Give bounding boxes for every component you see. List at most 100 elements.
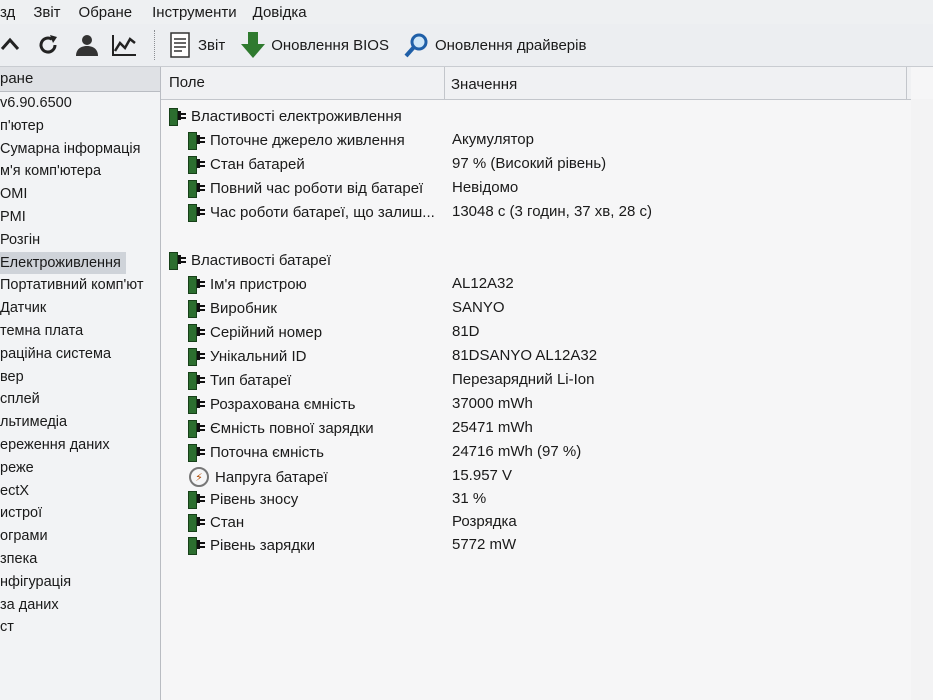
property-label: Унікальний ID [210,347,307,365]
battery-icon [187,513,207,532]
bios-update-button[interactable]: Оновлення BIOS [239,31,389,59]
menu-report[interactable]: Звіт [33,4,60,21]
property-row[interactable]: Тип батареї Перезарядний Li-Ion [161,369,921,392]
property-row[interactable]: Серійний номер 81D [161,321,921,344]
driver-update-button[interactable]: Оновлення драйверів [403,31,586,59]
menu-file[interactable]: зд [0,4,15,21]
sidebar-item[interactable]: Сумарна інформація [0,138,160,161]
chevron-up-icon[interactable] [0,31,24,59]
property-row[interactable]: Рівень зносу 31 % [161,488,921,511]
sidebar-item[interactable]: реже [0,457,160,480]
refresh-icon[interactable] [34,31,62,59]
battery-icon [187,536,207,555]
property-value: 81D [452,323,480,340]
property-value: 24716 mWh (97 %) [452,443,582,460]
sidebar-item[interactable]: Портативний комп'ют [0,274,160,297]
property-label: Стан батарей [210,155,305,173]
sidebar-item[interactable]: OMI [0,183,160,206]
property-label-cell: Час роботи батареї, що залиш... [187,203,435,222]
sidebar-item[interactable]: раційна система [0,343,160,366]
property-row[interactable]: Поточне джерело живлення Акумулятор [161,129,921,152]
property-row[interactable]: Стан батарей 97 % (Високий рівень) [161,153,921,176]
battery-icon [187,395,207,414]
column-value-header[interactable]: Значення [451,76,517,93]
column-field-header[interactable]: Поле [169,74,205,91]
property-label: Ім'я пристрою [210,275,307,293]
property-row[interactable]: Ім'я пристрою AL12A32 [161,273,921,296]
sidebar-item[interactable]: истрої [0,502,160,525]
property-value: 5772 mW [452,536,517,553]
sidebar-item[interactable]: м'я комп'ютера [0,160,160,183]
sidebar-item[interactable]: ограми [0,525,160,548]
sidebar-item[interactable]: Датчик [0,297,160,320]
battery-icon [187,347,207,366]
battery-icon [187,299,207,318]
group-row[interactable]: Властивості батареї [161,249,921,272]
sidebar-item[interactable]: v6.90.6500 [0,92,160,115]
battery-icon [187,419,207,438]
menu-favorites[interactable]: Обране [79,4,133,21]
sidebar-item[interactable]: PMI [0,206,160,229]
property-label: Розрахована ємність [210,395,356,413]
property-row[interactable]: ⚡ Напруга батареї 15.957 V [161,465,921,488]
property-label: Стан [210,513,245,531]
property-row[interactable]: Унікальний ID 81DSANYO AL12A32 [161,345,921,368]
user-icon[interactable] [72,31,100,59]
chart-icon[interactable] [110,31,138,59]
battery-icon [187,490,207,509]
sidebar-item[interactable]: Електроживлення [0,251,126,275]
property-value: 37000 mWh [452,395,533,412]
battery-icon [187,203,207,222]
property-row[interactable]: Виробник SANYO [161,297,921,320]
property-label-cell: Стан батарей [187,155,305,174]
sidebar-item[interactable]: ст [0,616,160,639]
property-label: Час роботи батареї, що залиш... [210,203,435,221]
sidebar-item[interactable]: льтимедіа [0,411,160,434]
report-button[interactable]: Звіт [166,31,225,59]
sidebar-item[interactable]: за даних [0,594,160,617]
property-row[interactable]: Стан Розрядка [161,511,921,534]
sidebar-item[interactable]: ереження даних [0,434,160,457]
property-row[interactable]: Розрахована ємність 37000 mWh [161,393,921,416]
property-value: Невідомо [452,179,519,196]
property-row[interactable]: Ємність повної зарядки 25471 mWh [161,417,921,440]
menu-tools[interactable]: Інструменти [152,4,237,21]
sidebar-item[interactable]: Розгін [0,229,160,252]
report-icon [166,31,194,59]
group-row[interactable]: Властивості електроживлення [161,105,921,128]
vertical-scrollbar[interactable] [911,99,933,700]
property-value: 31 % [452,490,487,507]
property-label-cell: Поточне джерело живлення [187,131,405,150]
property-label-cell: Поточна ємність [187,443,324,462]
magnifier-icon [403,31,431,59]
property-label: Властивості батареї [191,251,332,269]
property-value: 13048 с (3 годин, 37 хв, 28 с) [452,203,652,220]
property-row[interactable]: Рівень зарядки 5772 mW [161,534,921,557]
bios-update-label: Оновлення BIOS [271,36,389,54]
sidebar-item[interactable]: вер [0,366,160,389]
battery-icon [168,251,188,270]
report-button-label: Звіт [198,36,226,54]
property-value: 25471 mWh [452,419,533,436]
property-label-cell: Стан [187,513,245,532]
column-divider[interactable] [906,67,907,99]
property-value: Розрядка [452,513,517,530]
property-label: Серійний номер [210,323,323,341]
battery-icon [187,131,207,150]
toolbar: Звіт Оновлення BIOS Оновлення драйверів [0,24,933,67]
property-row[interactable]: Поточна ємність 24716 mWh (97 %) [161,441,921,464]
sidebar-item[interactable]: ectX [0,480,160,503]
property-row[interactable]: Повний час роботи від батареї Невідомо [161,177,921,200]
property-label-cell: Повний час роботи від батареї [187,179,423,198]
property-label-cell: Рівень зносу [187,490,298,509]
property-row[interactable]: Час роботи батареї, що залиш... 13048 с (… [161,201,921,224]
driver-update-label: Оновлення драйверів [434,36,587,54]
sidebar-item[interactable]: нфігурація [0,571,160,594]
sidebar-item[interactable]: темна плата [0,320,160,343]
column-divider[interactable] [444,67,445,99]
menu-help[interactable]: Довідка [253,4,307,21]
sidebar-item[interactable]: п'ютер [0,115,160,138]
favorites-tab[interactable]: ране [0,67,160,92]
sidebar-item[interactable]: зпека [0,548,160,571]
sidebar-item[interactable]: сплей [0,388,160,411]
